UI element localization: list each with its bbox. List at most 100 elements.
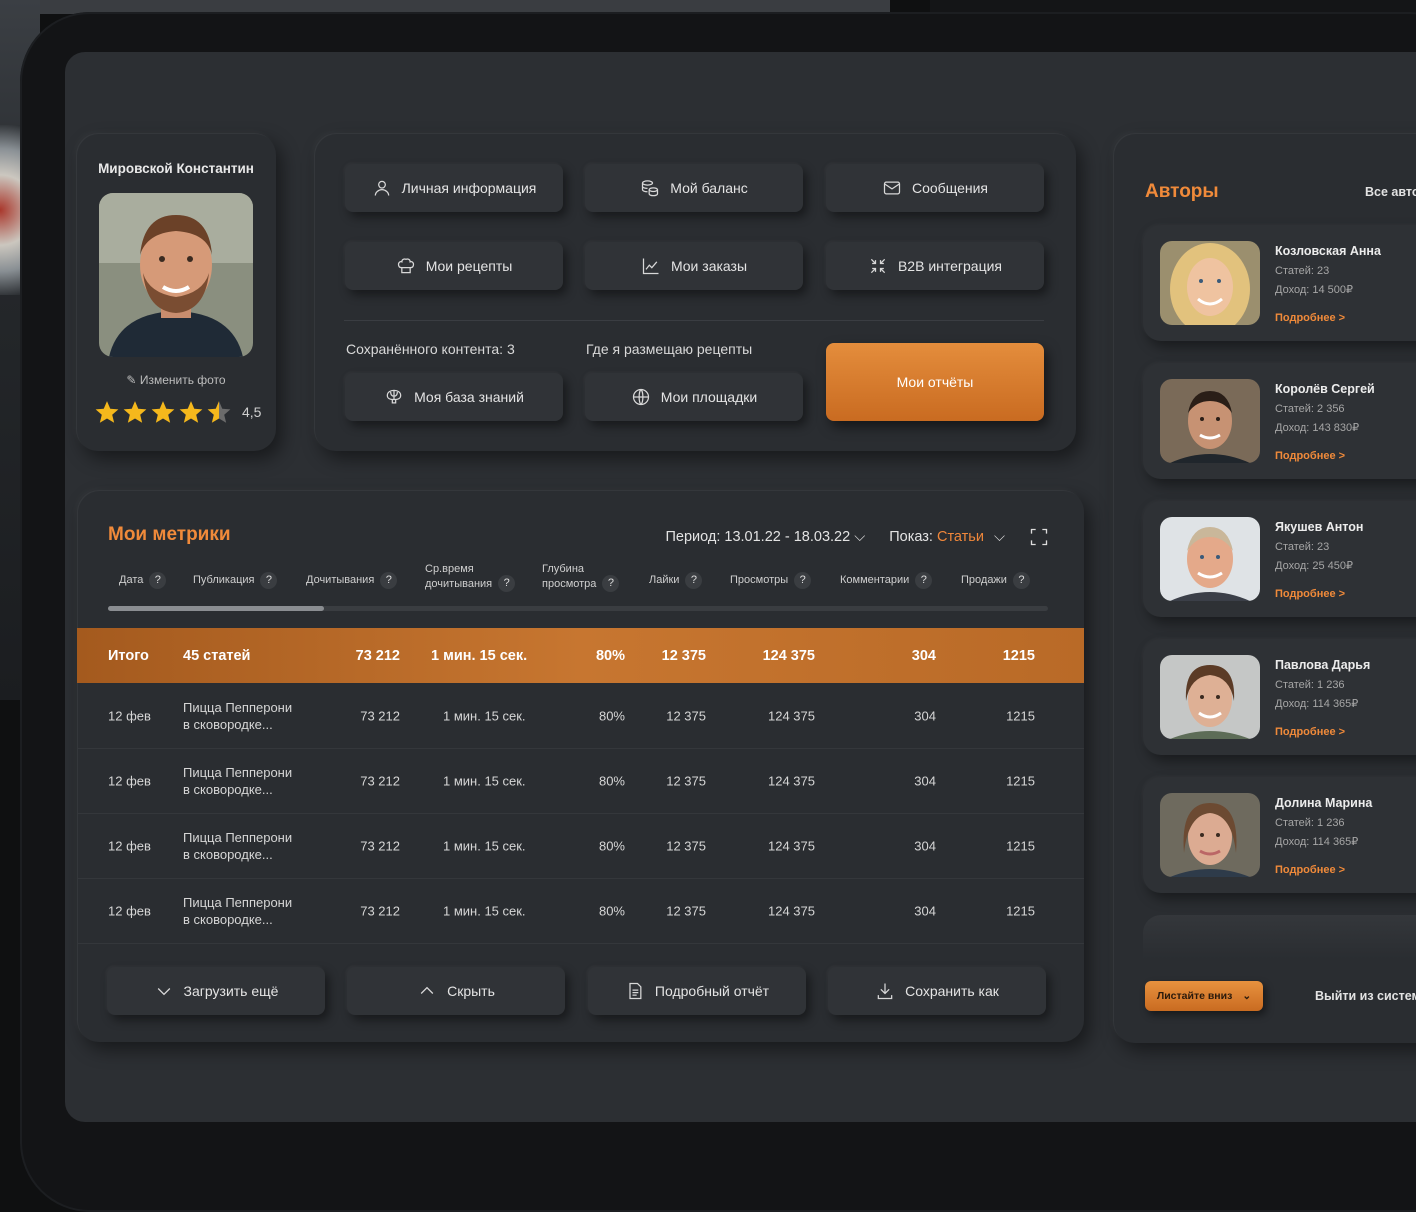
coins-icon: [642, 180, 659, 197]
table-row[interactable]: 12 фев Пицца Пепперони в сковородке... 73…: [77, 748, 1084, 814]
personal-info-button[interactable]: Личная информация: [345, 164, 563, 212]
show-select[interactable]: Показ: Статьи ⌵: [889, 529, 1005, 545]
scroll-down-label: Листайте вниз: [1156, 990, 1233, 1002]
row-publication[interactable]: Пицца Пепперони в сковородке...: [183, 894, 292, 928]
table-row[interactable]: 12 фев Пицца Пепперони в сковородке... 73…: [77, 878, 1084, 944]
recipes-label: Мои рецепты: [425, 258, 513, 274]
help-icon[interactable]: ?: [1012, 572, 1030, 589]
row-avg-time: 1 мин. 15 сек.: [443, 708, 526, 723]
header-views: Просмотры?: [730, 572, 812, 589]
header-likes: Лайки?: [649, 572, 703, 589]
author-articles: Статей: 23: [1275, 541, 1330, 553]
row-likes: 12 375: [666, 708, 706, 723]
help-icon[interactable]: ?: [794, 572, 812, 589]
period-select[interactable]: Период: 13.01.22 - 18.03.22 ⌵: [665, 529, 865, 545]
author-articles: Статей: 1 236: [1275, 817, 1345, 829]
platforms-button[interactable]: Мои площадки: [585, 373, 803, 421]
author-income: Доход: 14 500₽: [1275, 284, 1353, 296]
save-as-button[interactable]: Сохранить как: [828, 967, 1046, 1015]
row-reads: 73 212: [360, 838, 400, 853]
author-more-link[interactable]: Подробнее >: [1275, 864, 1345, 876]
horizontal-scrollbar[interactable]: [108, 606, 1048, 611]
messages-button[interactable]: Сообщения: [826, 164, 1044, 212]
balance-label: Мой баланс: [670, 180, 748, 196]
logout-link[interactable]: Выйти из систем: [1315, 989, 1416, 1003]
row-publication[interactable]: Пицца Пепперони в сковородке...: [183, 764, 292, 798]
profile-name: Мировской Константин: [98, 161, 254, 176]
table-row[interactable]: 12 фев Пицца Пепперони в сковородке... 73…: [77, 813, 1084, 879]
profile-card: Мировской Константин ✎ Изменить фото 4,5: [76, 133, 276, 451]
metrics-filters: Период: 13.01.22 - 18.03.22 ⌵ Показ: Ста…: [665, 527, 1049, 547]
knowledge-base-label: Моя база знаний: [414, 389, 524, 405]
row-likes: 12 375: [666, 903, 706, 918]
author-more-link[interactable]: Подробнее >: [1275, 588, 1345, 600]
row-date: 12 фев: [108, 903, 151, 918]
detailed-report-button[interactable]: Подробный отчёт: [588, 967, 806, 1015]
row-comments: 304: [914, 773, 936, 788]
recipes-button[interactable]: Мои рецепты: [345, 242, 563, 290]
load-more-button[interactable]: Загрузить ещё: [107, 967, 325, 1015]
authors-title: Авторы: [1145, 181, 1219, 202]
table-row[interactable]: 12 фев Пицца Пепперони в сковородке... 73…: [77, 683, 1084, 749]
profile-photo[interactable]: [99, 193, 253, 357]
total-likes: 12 375: [661, 647, 706, 664]
chart-line-icon: [642, 258, 659, 275]
help-icon[interactable]: ?: [260, 572, 278, 589]
row-views: 124 375: [768, 708, 815, 723]
edit-photo-link[interactable]: ✎ Изменить фото: [76, 373, 276, 387]
author-card[interactable]: Якушев Антон Статей: 23 Доход: 25 450₽ П…: [1143, 501, 1416, 617]
menu-card: Личная информация Мой баланс Сообщения М…: [314, 133, 1076, 451]
reports-label: Мои отчёты: [896, 374, 974, 390]
help-icon[interactable]: ?: [685, 572, 703, 589]
row-comments: 304: [914, 708, 936, 723]
reports-button[interactable]: Мои отчёты: [826, 343, 1044, 421]
platforms-label: Мои площадки: [660, 389, 758, 405]
globe-icon: [632, 388, 649, 406]
scrollbar-thumb[interactable]: [108, 606, 324, 611]
help-icon[interactable]: ?: [498, 574, 516, 592]
author-more-link[interactable]: Подробнее >: [1275, 450, 1345, 462]
help-icon[interactable]: ?: [915, 572, 933, 589]
header-views-label: Просмотры: [730, 574, 789, 586]
metrics-card: Мои метрики Период: 13.01.22 - 18.03.22 …: [77, 490, 1084, 1042]
header-avg-time: Ср.время дочитывания?: [425, 562, 516, 592]
header-reads: Дочитывания?: [306, 572, 398, 589]
author-card[interactable]: Королёв Сергей Статей: 2 356 Доход: 143 …: [1143, 363, 1416, 479]
row-publication[interactable]: Пицца Пепперони в сковородке...: [183, 829, 292, 863]
row-reads: 73 212: [360, 773, 400, 788]
author-income: Доход: 143 830₽: [1275, 422, 1360, 434]
scroll-down-button[interactable]: Листайте вниз ⌄: [1145, 981, 1263, 1011]
hide-button[interactable]: Скрыть: [347, 967, 565, 1015]
author-card[interactable]: Павлова Дарья Статей: 1 236 Доход: 114 3…: [1143, 639, 1416, 755]
author-more-link[interactable]: Подробнее >: [1275, 726, 1345, 738]
total-row: Итого 45 статей 73 212 1 мин. 15 сек. 80…: [77, 628, 1084, 683]
balance-button[interactable]: Мой баланс: [585, 164, 803, 212]
detailed-report-label: Подробный отчёт: [654, 983, 770, 999]
row-publication[interactable]: Пицца Пепперони в сковородке...: [183, 699, 292, 733]
help-icon[interactable]: ?: [380, 572, 398, 589]
author-card[interactable]: Козловская Анна Статей: 23 Доход: 14 500…: [1143, 225, 1416, 341]
orders-button[interactable]: Мои заказы: [585, 242, 803, 290]
expand-icon[interactable]: [1029, 527, 1049, 547]
star-icon: [123, 401, 147, 423]
knowledge-base-button[interactable]: Моя база знаний: [345, 373, 563, 421]
total-comments: 304: [911, 647, 936, 664]
row-views: 124 375: [768, 773, 815, 788]
header-sales-label: Продажи: [961, 574, 1007, 586]
document-icon: [629, 982, 642, 1000]
total-depth: 80%: [595, 647, 625, 664]
row-avg-time: 1 мин. 15 сек.: [443, 773, 526, 788]
author-more-link[interactable]: Подробнее >: [1275, 312, 1345, 324]
author-card[interactable]: Долина Марина Статей: 1 236 Доход: 114 3…: [1143, 777, 1416, 893]
header-depth: Глубина просмотра?: [542, 562, 620, 592]
help-icon[interactable]: ?: [602, 574, 620, 592]
total-avg-time: 1 мин. 15 сек.: [431, 647, 528, 664]
help-icon[interactable]: ?: [149, 572, 167, 589]
row-avg-time: 1 мин. 15 сек.: [443, 903, 526, 918]
row-sales: 1215: [1006, 708, 1035, 723]
header-avg-time-label: Ср.время дочитывания: [425, 563, 493, 590]
all-authors-link[interactable]: Все авто: [1365, 185, 1416, 199]
row-sales: 1215: [1006, 773, 1035, 788]
b2b-button[interactable]: B2B интеграция: [826, 242, 1044, 290]
star-icon: [179, 401, 203, 423]
